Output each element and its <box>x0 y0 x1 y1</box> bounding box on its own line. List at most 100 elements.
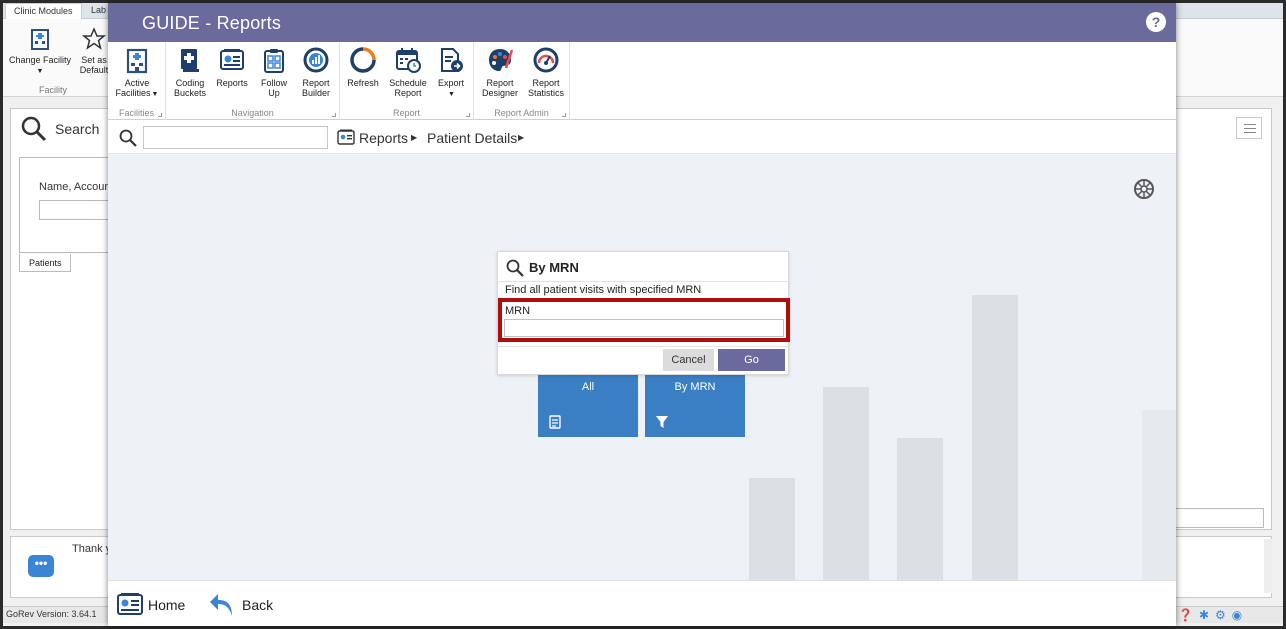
search-icon <box>21 116 47 142</box>
back-button[interactable]: Back <box>208 591 278 617</box>
home-label: Home <box>148 597 186 613</box>
navigation-group-launcher[interactable] <box>332 113 336 117</box>
back-label: Back <box>242 597 274 613</box>
follow-up-label-2: Up <box>268 88 280 98</box>
help-button[interactable]: ? <box>1146 12 1166 32</box>
export-icon <box>441 48 463 72</box>
home-icon <box>117 593 143 615</box>
tile-by-mrn-label: By MRN <box>674 381 716 393</box>
mrn-input[interactable] <box>504 319 784 337</box>
tile-all-label: All <box>581 381 595 393</box>
status-icons: ❓✱⚙◉ <box>1178 608 1248 622</box>
schedule-report-label-1: Schedule <box>389 78 427 88</box>
report-builder-label-1: Report <box>302 78 330 88</box>
search-icon <box>506 259 524 277</box>
building-icon <box>126 48 148 74</box>
reports-label: Reports <box>216 78 248 88</box>
settings-status-icon[interactable]: ⚙ <box>1215 608 1232 622</box>
background-search-title: Search <box>55 121 100 137</box>
dialog-divider <box>498 281 788 282</box>
cancel-button[interactable]: Cancel <box>663 349 714 371</box>
set-default-label: Set as Default <box>79 55 109 75</box>
report-designer-button[interactable]: Report Designer <box>478 46 522 98</box>
dialog-title: By MRN <box>529 260 579 275</box>
gauge-icon <box>533 47 559 73</box>
export-button[interactable]: Export ▼ <box>432 46 470 100</box>
search-icon <box>119 129 137 147</box>
breadcrumb-reports[interactable]: Reports <box>359 130 408 146</box>
tab-clinic-modules[interactable]: Clinic Modules <box>5 3 82 19</box>
calendar-icon <box>396 48 421 73</box>
refresh-button[interactable]: Refresh <box>344 46 382 88</box>
palette-icon <box>489 49 514 71</box>
bug-status-icon[interactable]: ✱ <box>1199 608 1215 622</box>
version-label: GoRev Version: 3.64.1 <box>6 609 97 619</box>
ribbon-toolbar: Active Facilities▼ Facilities Coding Buc… <box>108 42 1176 120</box>
reports-icon <box>220 49 244 70</box>
report-group-label: Report <box>392 108 420 118</box>
home-button[interactable]: Home <box>116 591 196 617</box>
set-default-button[interactable]: Set as Default <box>77 27 111 75</box>
background-menu-button[interactable] <box>1236 117 1262 139</box>
active-facilities-label-1: Active <box>124 78 150 88</box>
coding-buckets-icon <box>181 49 199 72</box>
ribbon-group-facilities: Active Facilities▼ Facilities <box>108 42 166 120</box>
report-admin-group-launcher[interactable] <box>562 113 566 117</box>
background-search-input[interactable] <box>39 200 109 220</box>
help-status-icon[interactable]: ❓ <box>1178 608 1199 622</box>
schedule-report-label-2: Report <box>394 88 422 98</box>
background-chat-text: Thank y <box>72 543 112 555</box>
breadcrumb: Reports ▶ Patient Details ▶ <box>108 120 1176 154</box>
coding-buckets-label-2: Buckets <box>173 88 206 98</box>
window-footer: Home Back <box>108 580 1176 626</box>
report-statistics-button[interactable]: Report Statistics <box>524 46 568 98</box>
follow-up-button[interactable]: Follow Up <box>254 46 294 98</box>
mrn-field-label: MRN <box>505 305 531 317</box>
report-builder-button[interactable]: Report Builder <box>296 46 336 98</box>
tile-by-mrn[interactable]: By MRN <box>645 374 745 437</box>
facility-group-label: Facility <box>39 85 68 95</box>
ribbon-group-navigation: Coding Buckets Reports Follow Up Report … <box>166 42 340 120</box>
navigation-group-label: Navigation <box>231 108 274 118</box>
schedule-report-button[interactable]: Schedule Report <box>386 46 430 98</box>
reports-button[interactable]: Reports <box>212 46 252 88</box>
follow-up-label-1: Follow <box>260 78 287 88</box>
decorative-bar <box>897 438 943 580</box>
coding-buckets-button[interactable]: Coding Buckets <box>172 46 208 98</box>
background-chat-scrollbar[interactable] <box>1264 539 1272 593</box>
breadcrumb-arrow-icon: ▶ <box>411 133 418 142</box>
active-facilities-button[interactable]: Active Facilities▼ <box>113 46 161 100</box>
tile-all[interactable]: All <box>538 374 638 437</box>
breadcrumb-arrow-icon[interactable]: ▶ <box>518 133 524 142</box>
coding-buckets-label-1: Coding <box>175 78 205 88</box>
breadcrumb-patient-details[interactable]: Patient Details <box>427 130 517 146</box>
go-button[interactable]: Go <box>718 349 785 371</box>
reports-icon <box>337 129 355 145</box>
change-facility-button[interactable]: Change Facility ▼ <box>7 27 73 77</box>
report-builder-icon <box>303 47 329 73</box>
gear-icon[interactable] <box>1132 177 1156 201</box>
clipboard-icon <box>264 49 284 73</box>
report-admin-group-label: Report Admin <box>494 108 549 118</box>
by-mrn-dialog: By MRN Find all patient visits with spec… <box>497 251 790 375</box>
refresh-icon <box>350 47 376 73</box>
refresh-label: Refresh <box>347 78 379 88</box>
background-right-input[interactable] <box>1174 508 1264 528</box>
decorative-bar <box>972 295 1018 580</box>
background-search-label: Name, Accoun <box>39 181 111 193</box>
report-group-launcher[interactable] <box>466 113 470 117</box>
breadcrumb-search-input[interactable] <box>143 126 328 149</box>
reports-window: GUIDE - Reports ? Active Facilities▼ Fac… <box>108 3 1176 626</box>
star-icon <box>82 27 106 50</box>
tab-patients[interactable]: Patients <box>19 254 71 272</box>
filter-icon <box>656 416 668 428</box>
active-facilities-label-2: Facilities <box>115 88 151 98</box>
report-designer-label-1: Report <box>486 78 514 88</box>
report-statistics-label-2: Statistics <box>527 88 564 98</box>
facilities-group-launcher[interactable] <box>158 113 162 117</box>
window-title: GUIDE - Reports <box>142 13 282 33</box>
report-designer-label-2: Designer <box>481 88 519 98</box>
chat-icon[interactable]: ••• <box>28 555 54 577</box>
chrome-status-icon[interactable]: ◉ <box>1232 608 1248 622</box>
document-icon <box>549 415 561 429</box>
